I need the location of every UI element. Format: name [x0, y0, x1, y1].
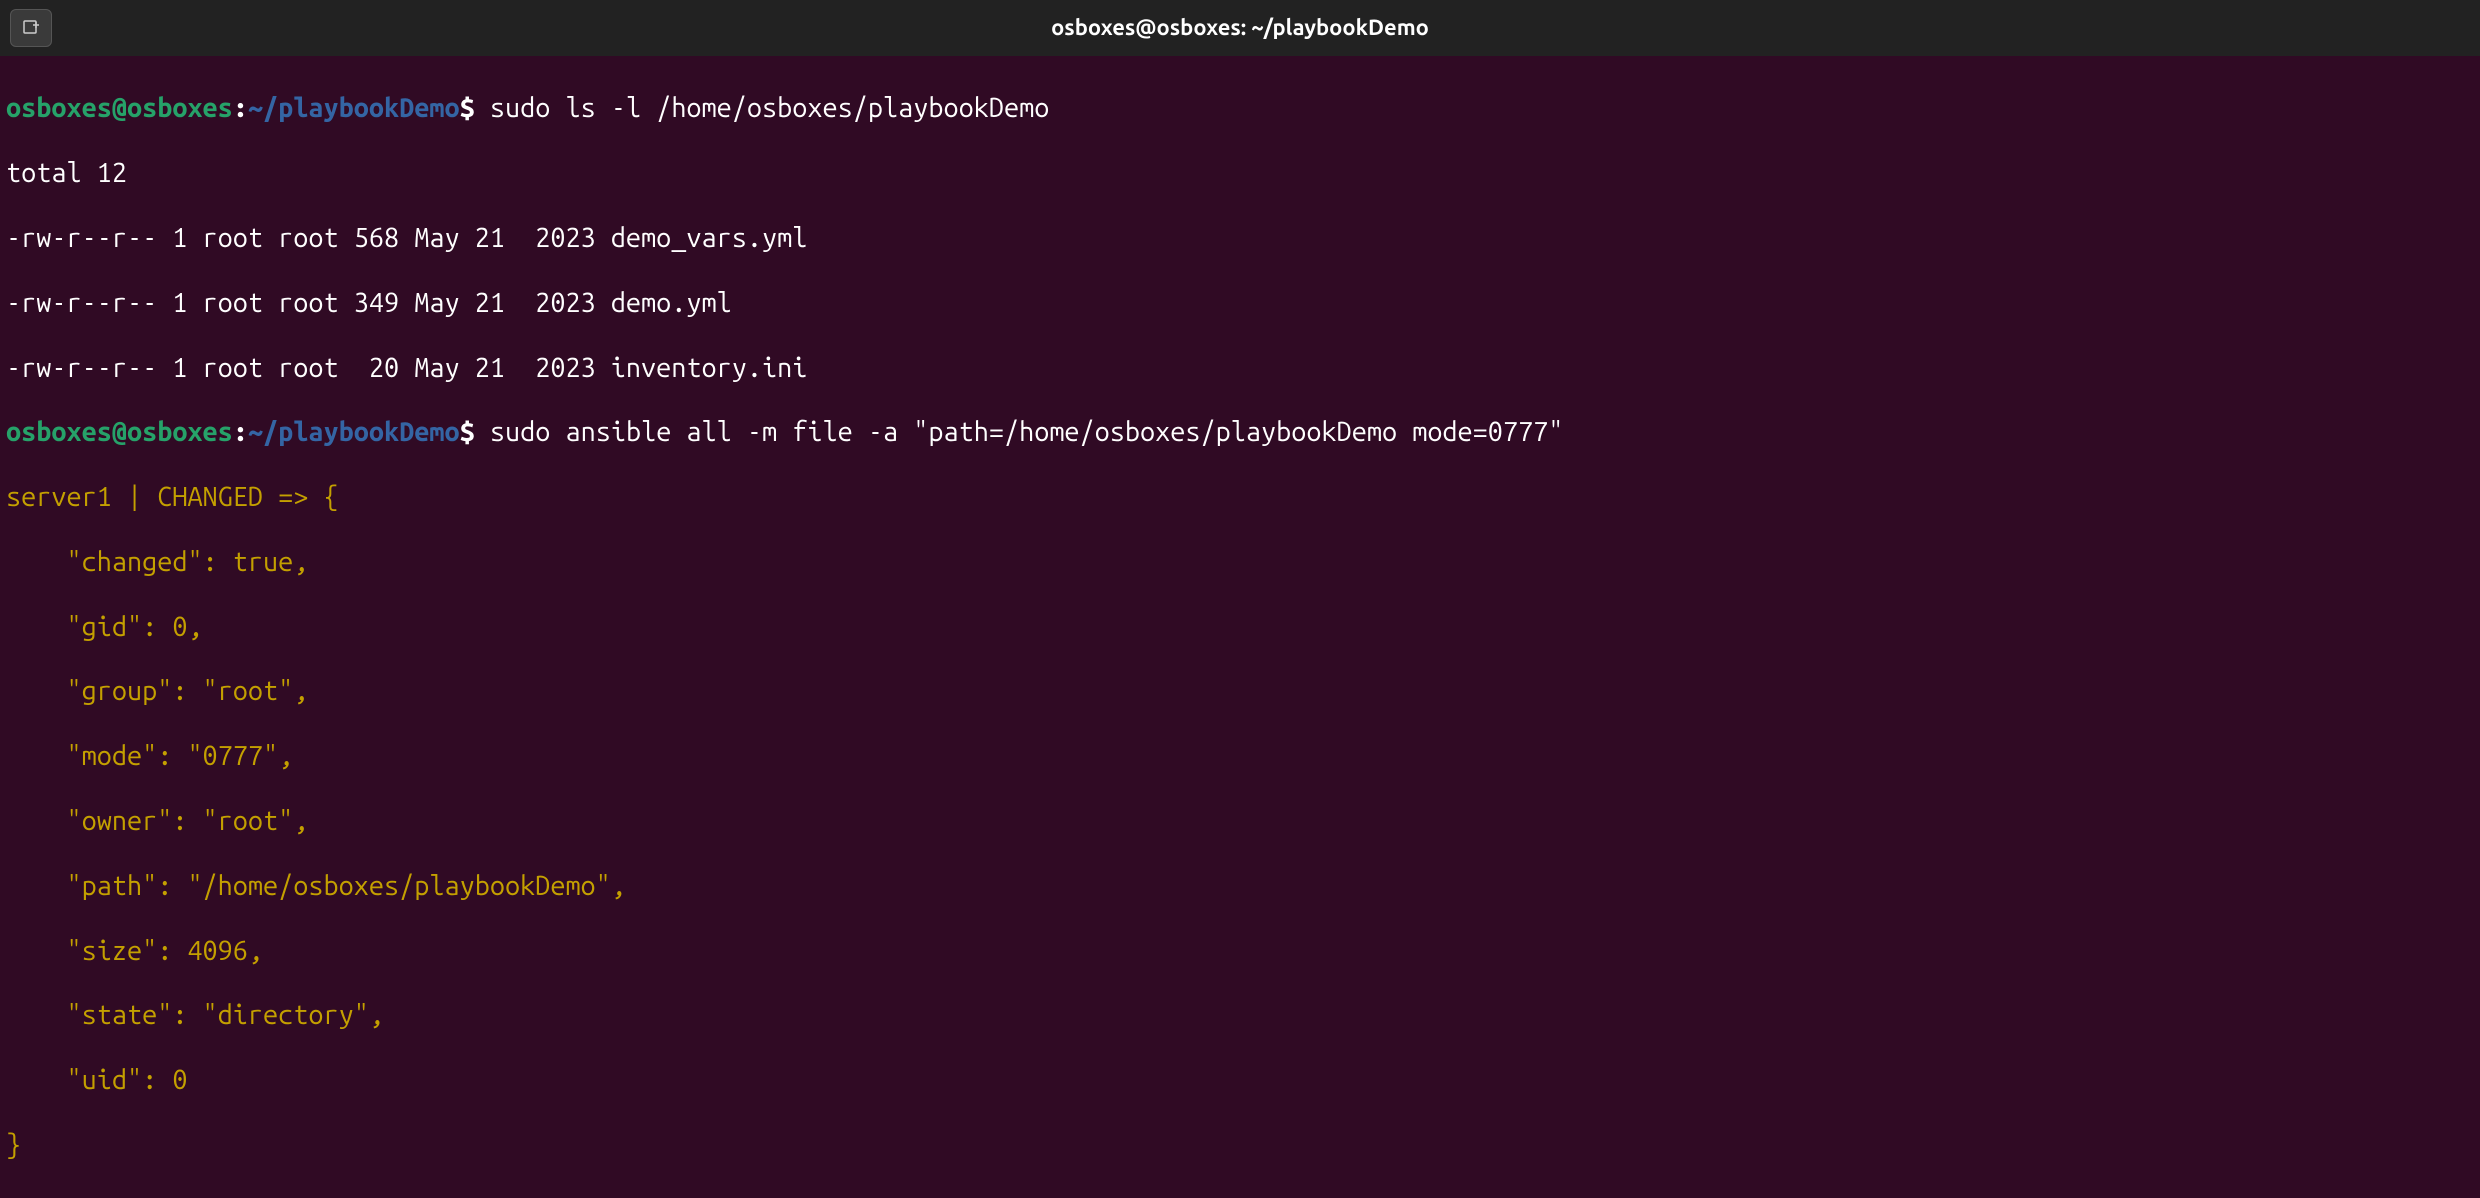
ansible-line-3: "group": "root", — [6, 675, 2474, 707]
terminal-area[interactable]: osboxes@osboxes:~/playbookDemo$ sudo ls … — [0, 56, 2480, 1198]
window-titlebar: osboxes@osboxes: ~/playbookDemo — [0, 0, 2480, 56]
ansible-line-9: "uid": 0 — [6, 1064, 2474, 1096]
command-1: sudo ls -l /home/osboxes/playbookDemo — [490, 93, 1049, 123]
ansible-line-5: "owner": "root", — [6, 805, 2474, 837]
ansible-line-6: "path": "/home/osboxes/playbookDemo", — [6, 870, 2474, 902]
prompt-symbol: $ — [460, 93, 475, 123]
ansible-line-1: "changed": true, — [6, 546, 2474, 578]
ansible-line-2: "gid": 0, — [6, 611, 2474, 643]
ls-row-1: -rw-r--r-- 1 root root 568 May 21 2023 d… — [6, 222, 2474, 254]
prompt-path: ~/playbookDemo — [248, 417, 460, 447]
ansible-line-7: "size": 4096, — [6, 935, 2474, 967]
prompt-line-2: osboxes@osboxes:~/playbookDemo$ sudo ans… — [6, 416, 2474, 448]
new-tab-icon — [22, 19, 40, 37]
ls-total: total 12 — [6, 157, 2474, 189]
prompt-colon: : — [233, 93, 248, 123]
prompt-symbol: $ — [460, 417, 475, 447]
prompt-colon: : — [233, 417, 248, 447]
new-tab-button[interactable] — [10, 9, 52, 47]
prompt-userhost: osboxes@osboxes — [6, 417, 233, 447]
ansible-header: server1 | CHANGED => { — [6, 481, 2474, 513]
prompt-userhost: osboxes@osboxes — [6, 93, 233, 123]
ls-row-2: -rw-r--r-- 1 root root 349 May 21 2023 d… — [6, 287, 2474, 319]
ls-row-3: -rw-r--r-- 1 root root 20 May 21 2023 in… — [6, 352, 2474, 384]
ansible-close: } — [6, 1129, 2474, 1161]
prompt-line-1: osboxes@osboxes:~/playbookDemo$ sudo ls … — [6, 92, 2474, 124]
prompt-path: ~/playbookDemo — [248, 93, 460, 123]
window-title: osboxes@osboxes: ~/playbookDemo — [1051, 15, 1429, 41]
command-2: sudo ansible all -m file -a "path=/home/… — [490, 417, 1564, 447]
ansible-line-8: "state": "directory", — [6, 999, 2474, 1031]
ansible-line-4: "mode": "0777", — [6, 740, 2474, 772]
